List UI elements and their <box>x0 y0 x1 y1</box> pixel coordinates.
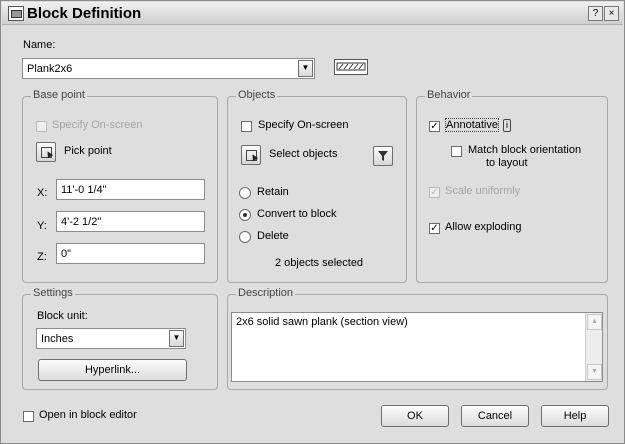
open-in-editor-label: Open in block editor <box>39 409 137 421</box>
open-in-editor-checkbox[interactable] <box>23 411 34 422</box>
pick-point-button[interactable] <box>36 142 56 162</box>
help-icon[interactable]: ? <box>588 6 603 21</box>
name-combobox[interactable]: Plank2x6 ▼ <box>22 58 315 79</box>
scale-uniformly-checkbox[interactable]: ✓ <box>429 187 440 198</box>
close-icon[interactable]: × <box>604 6 619 21</box>
description-textarea[interactable]: 2x6 solid sawn plank (section view) ▲ ▼ <box>231 312 603 382</box>
match-orientation-label-1: Match block orientation <box>468 144 582 156</box>
description-legend: Description <box>236 287 296 299</box>
y-label: Y: <box>37 220 47 232</box>
z-label: Z: <box>37 251 47 263</box>
scroll-up-icon[interactable]: ▲ <box>587 314 602 330</box>
description-scrollbar[interactable]: ▲ ▼ <box>585 313 602 381</box>
funnel-icon <box>378 151 388 161</box>
info-icon[interactable]: i <box>502 119 511 132</box>
annotative-label: Annotative i <box>445 118 511 132</box>
scroll-down-icon[interactable]: ▼ <box>587 364 602 380</box>
cancel-button[interactable]: Cancel <box>461 405 529 427</box>
scale-uniformly-label: Scale uniformly <box>445 185 521 197</box>
pick-point-label[interactable]: Pick point <box>64 145 112 157</box>
name-value: Plank2x6 <box>27 63 73 75</box>
annotative-checkbox[interactable]: ✓ <box>429 121 440 132</box>
allow-exploding-label: Allow exploding <box>445 221 522 233</box>
block-unit-label: Block unit: <box>37 310 88 322</box>
delete-radio[interactable] <box>239 231 251 243</box>
x-label: X: <box>37 187 48 199</box>
z-input[interactable]: 0" <box>56 243 205 264</box>
settings-legend: Settings <box>31 287 75 299</box>
behavior-legend: Behavior <box>425 89 473 101</box>
base-specify-onscreen-label: Specify On-screen <box>52 119 143 131</box>
select-objects-button[interactable] <box>241 145 261 165</box>
block-icon <box>8 6 24 21</box>
block-unit-select[interactable]: Inches ▼ <box>36 328 186 349</box>
convert-to-block-radio[interactable] <box>239 209 251 221</box>
x-input[interactable]: 11'-0 1/4" <box>56 179 205 200</box>
objects-specify-onscreen-checkbox[interactable] <box>241 121 252 132</box>
description-text: 2x6 solid sawn plank (section view) <box>236 316 408 328</box>
select-objects-label[interactable]: Select objects <box>269 148 337 160</box>
hyperlink-button[interactable]: Hyperlink... <box>38 359 187 381</box>
retain-label: Retain <box>257 186 289 198</box>
block-unit-value: Inches <box>41 333 74 345</box>
delete-label: Delete <box>257 230 289 242</box>
match-orientation-checkbox[interactable] <box>451 146 462 157</box>
block-preview <box>334 59 368 75</box>
convert-to-block-label: Convert to block <box>257 208 337 220</box>
retain-radio[interactable] <box>239 187 251 199</box>
ok-button[interactable]: OK <box>381 405 449 427</box>
title-bar: Block Definition ? × <box>2 2 623 25</box>
chevron-down-icon[interactable]: ▼ <box>298 60 313 77</box>
objects-selected-count: 2 objects selected <box>275 257 364 269</box>
y-input[interactable]: 4'-2 1/2" <box>56 211 205 232</box>
help-button[interactable]: Help <box>541 405 609 427</box>
match-orientation-label-2: to layout <box>486 157 528 169</box>
base-point-legend: Base point <box>31 89 87 101</box>
block-definition-dialog: Block Definition ? × Name: Plank2x6 ▼ Ba… <box>0 0 625 444</box>
quick-select-button[interactable] <box>373 146 393 166</box>
objects-legend: Objects <box>236 89 278 101</box>
dialog-title: Block Definition <box>27 5 142 22</box>
annotative-text: Annotative <box>445 118 499 132</box>
name-label: Name: <box>23 39 56 51</box>
base-specify-onscreen-checkbox[interactable] <box>36 121 47 132</box>
allow-exploding-checkbox[interactable]: ✓ <box>429 223 440 234</box>
objects-specify-onscreen-label: Specify On-screen <box>258 119 349 131</box>
chevron-down-icon[interactable]: ▼ <box>169 330 184 347</box>
